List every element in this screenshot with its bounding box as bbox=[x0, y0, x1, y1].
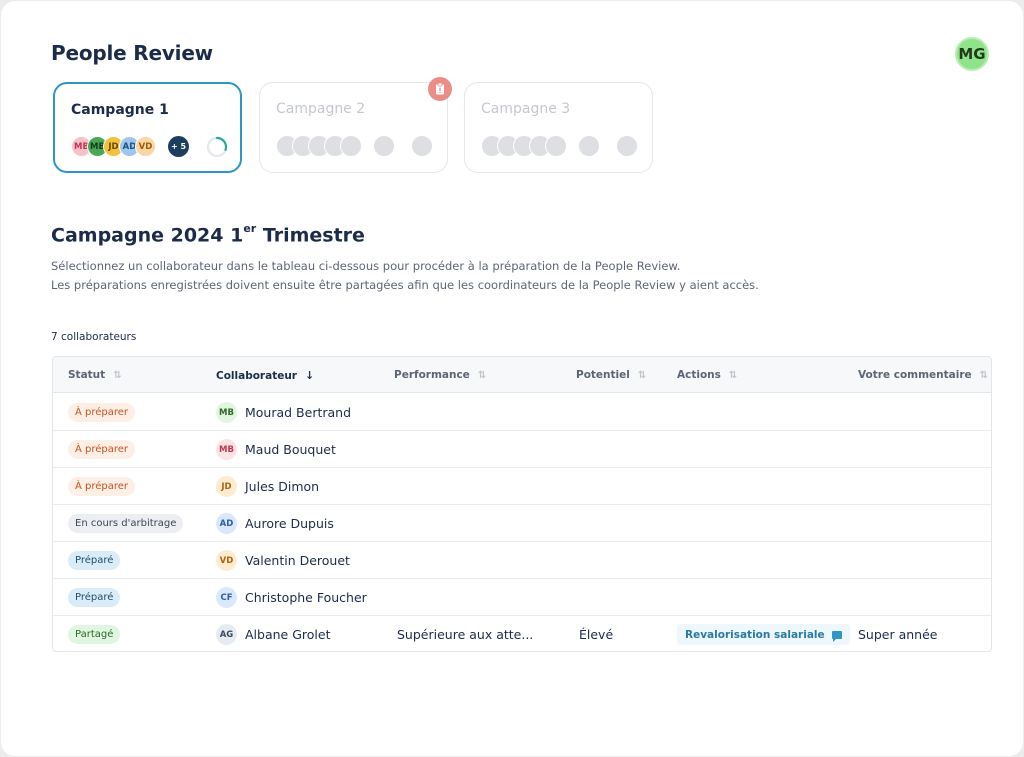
collaborator-name: Christophe Foucher bbox=[245, 590, 367, 605]
status-badge: À préparer bbox=[68, 477, 136, 496]
section-title-sup: er bbox=[243, 222, 257, 235]
table-row[interactable]: À préparer JD Jules Dimon bbox=[53, 468, 991, 505]
collaborator-name: Albane Grolet bbox=[245, 627, 331, 642]
avatar: MB bbox=[216, 439, 237, 460]
avatar-placeholder bbox=[411, 135, 433, 157]
table-header: Statut ⇅ Collaborateur ↓ Performance ⇅ Pote… bbox=[53, 357, 991, 393]
potential-cell: Élevé bbox=[579, 627, 614, 642]
user-avatar[interactable]: MG bbox=[955, 37, 989, 71]
comment-cell: Super année bbox=[858, 627, 938, 642]
avatar: JD bbox=[216, 476, 237, 497]
comment-icon bbox=[831, 630, 842, 642]
collaborator-name: Valentin Derouet bbox=[245, 553, 350, 568]
page-title: People Review bbox=[51, 41, 213, 65]
avatar-placeholder bbox=[373, 135, 395, 157]
sort-desc-icon[interactable]: ↓ bbox=[305, 369, 314, 382]
performance-cell: Supérieure aux atte... bbox=[397, 627, 534, 642]
sort-icon[interactable]: ⇅ bbox=[729, 370, 737, 381]
collaborator-cell[interactable]: MB Maud Bouquet bbox=[216, 439, 336, 460]
sort-icon[interactable]: ⇅ bbox=[478, 370, 486, 381]
table-row[interactable]: Préparé VD Valentin Derouet bbox=[53, 542, 991, 579]
avatar: AD bbox=[216, 513, 237, 534]
status-badge: Préparé bbox=[68, 551, 121, 570]
collaborator-count: 7 collaborateurs bbox=[51, 331, 137, 343]
action-label: Revalorisation salariale bbox=[685, 628, 825, 641]
description-line: Les préparations enregistrées doivent en… bbox=[51, 278, 759, 292]
column-header-statut[interactable]: Statut ⇅ bbox=[68, 369, 122, 381]
sort-icon[interactable]: ⇅ bbox=[113, 370, 121, 381]
table-row[interactable]: En cours d'arbitrage AD Aurore Dupuis bbox=[53, 505, 991, 542]
avatar-placeholder bbox=[616, 135, 638, 157]
campaign-card-2[interactable]: Campagne 2 bbox=[259, 77, 452, 173]
campaign-card-3[interactable]: Campagne 3 bbox=[464, 82, 653, 173]
sort-icon[interactable]: ⇅ bbox=[638, 370, 646, 381]
avatar: CF bbox=[216, 587, 237, 608]
status-badge: À préparer bbox=[68, 403, 136, 422]
description-line: Sélectionnez un collaborateur dans le ta… bbox=[51, 259, 681, 273]
collaborators-table: Statut ⇅ Collaborateur ↓ Performance ⇅ Pote… bbox=[52, 356, 992, 652]
avatar: MB bbox=[216, 402, 237, 423]
avatar: AG bbox=[216, 624, 237, 645]
table-row[interactable]: À préparer MB Mourad Bertrand bbox=[53, 394, 991, 431]
campaign-title: Campagne 2 bbox=[276, 101, 366, 117]
avatar: VD bbox=[216, 550, 237, 571]
status-badge: Préparé bbox=[68, 588, 121, 607]
table-row[interactable]: À préparer MB Maud Bouquet bbox=[53, 431, 991, 468]
action-tag[interactable]: Revalorisation salariale bbox=[677, 624, 850, 645]
avatar-placeholder bbox=[578, 135, 600, 157]
avatar-placeholder bbox=[340, 135, 362, 157]
section-title: Campagne 2024 1er Trimestre bbox=[51, 222, 365, 247]
collaborator-name: Mourad Bertrand bbox=[245, 405, 352, 420]
alert-icon bbox=[428, 77, 452, 101]
campaign-card-1[interactable]: Campagne 1 MB MB JD AD VD + 5 bbox=[53, 82, 242, 173]
status-badge: En cours d'arbitrage bbox=[68, 514, 184, 533]
column-header-potentiel[interactable]: Potentiel ⇅ bbox=[576, 369, 646, 381]
campaign-title: Campagne 3 bbox=[481, 101, 571, 117]
sort-icon[interactable]: ⇅ bbox=[980, 370, 988, 381]
table-row[interactable]: Préparé CF Christophe Foucher bbox=[53, 579, 991, 616]
collaborator-name: Aurore Dupuis bbox=[245, 516, 334, 531]
section-title-rest: Trimestre bbox=[256, 224, 365, 247]
collaborator-cell[interactable]: JD Jules Dimon bbox=[216, 476, 319, 497]
section-description: Sélectionnez un collaborateur dans le ta… bbox=[51, 257, 759, 295]
app-window: People Review MG Campagne 1 MB MB JD AD … bbox=[1, 1, 1023, 756]
collaborator-name: Jules Dimon bbox=[245, 479, 320, 494]
column-header-performance[interactable]: Performance ⇅ bbox=[394, 369, 486, 381]
avatar-placeholder bbox=[545, 135, 567, 157]
avatar: VD bbox=[135, 136, 156, 157]
collaborator-cell[interactable]: AG Albane Grolet bbox=[216, 624, 330, 645]
collaborator-cell[interactable]: CF Christophe Foucher bbox=[216, 587, 367, 608]
extra-count-badge: + 5 bbox=[168, 136, 189, 157]
collaborator-cell[interactable]: MB Mourad Bertrand bbox=[216, 402, 351, 423]
column-header-actions[interactable]: Actions ⇅ bbox=[677, 369, 737, 381]
progress-ring-icon bbox=[206, 136, 228, 158]
collaborator-cell[interactable]: AD Aurore Dupuis bbox=[216, 513, 334, 534]
status-badge: Partagé bbox=[68, 625, 121, 644]
section-title-main: Campagne 2024 1 bbox=[51, 224, 244, 247]
collaborator-cell[interactable]: VD Valentin Derouet bbox=[216, 550, 350, 571]
collaborator-name: Maud Bouquet bbox=[245, 442, 336, 457]
column-header-collaborateur[interactable]: Collaborateur ↓ bbox=[216, 369, 314, 382]
table-row[interactable]: Partagé AG Albane Grolet Supérieure aux … bbox=[53, 616, 991, 651]
column-header-commentaire[interactable]: Votre commentaire ⇅ bbox=[858, 369, 988, 381]
campaign-title: Campagne 1 bbox=[71, 102, 169, 118]
status-badge: À préparer bbox=[68, 440, 136, 459]
